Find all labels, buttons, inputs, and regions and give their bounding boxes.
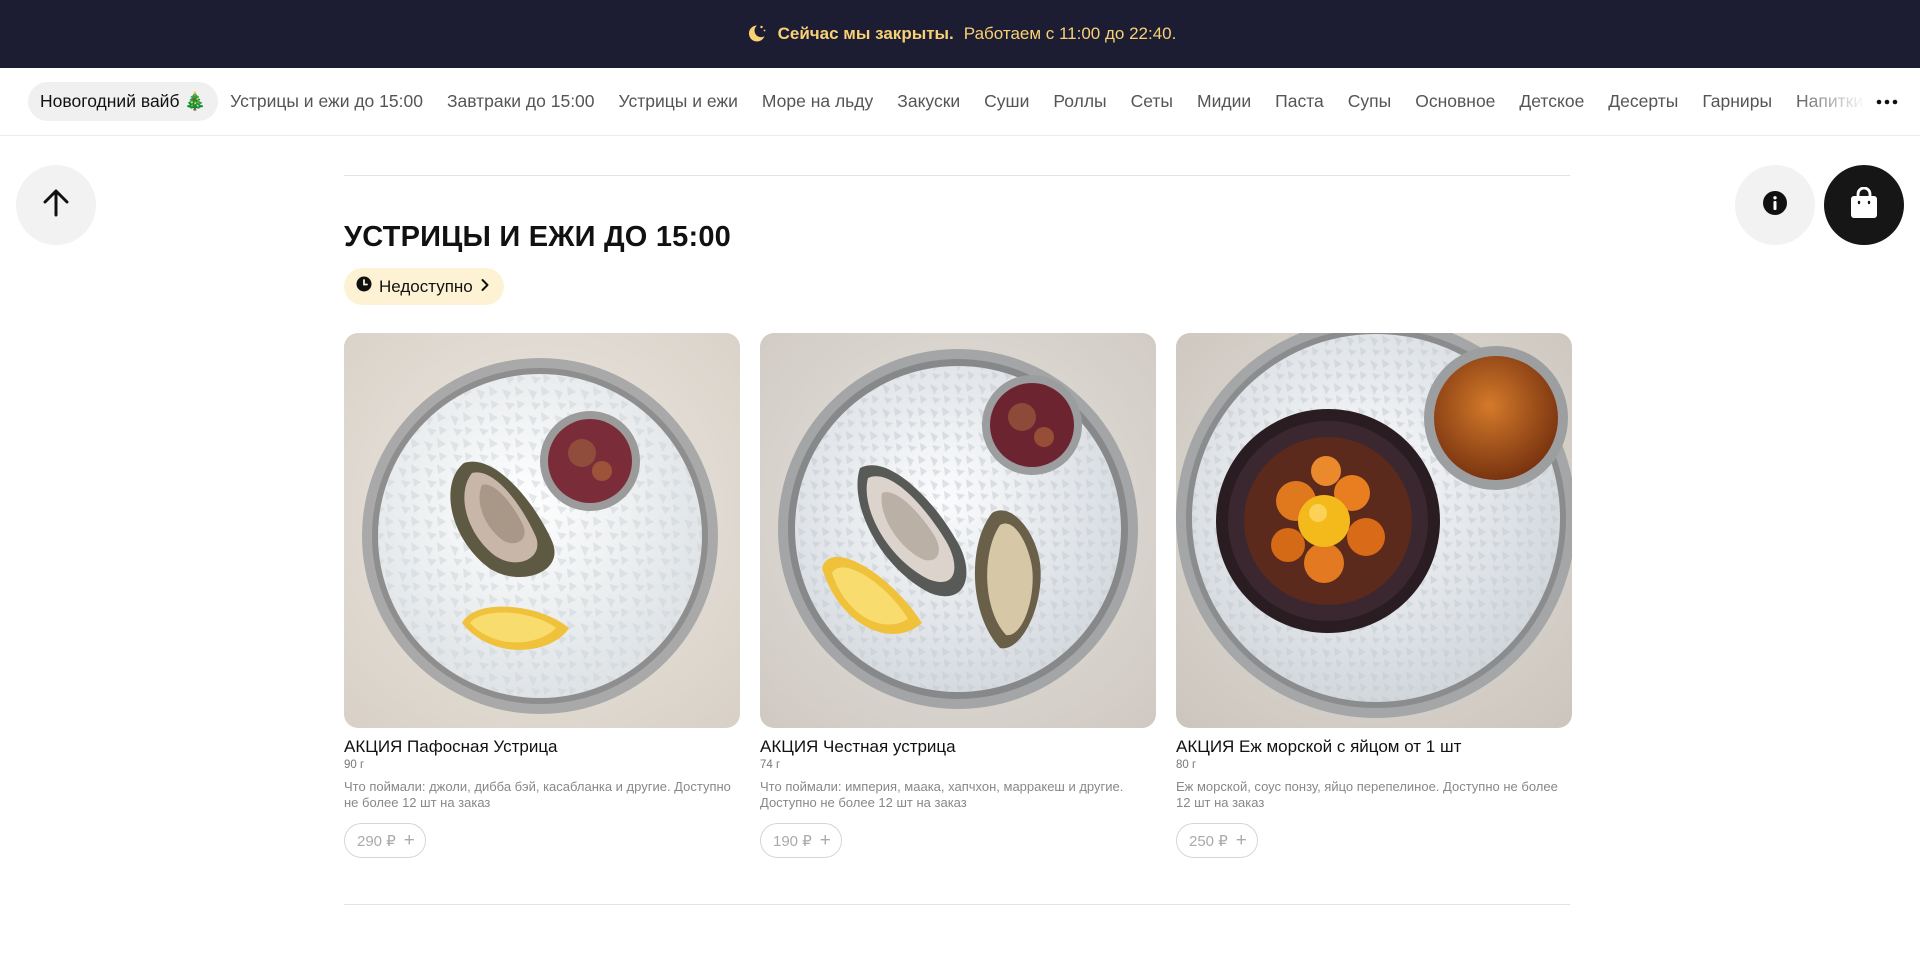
category-ustritsy-do-15[interactable]: Устрицы и ежи до 15:00 bbox=[218, 82, 435, 121]
category-deserty[interactable]: Десерты bbox=[1596, 82, 1690, 121]
product-card: АКЦИЯ Еж морской с яйцом от 1 шт 80 г Еж… bbox=[1176, 333, 1572, 858]
product-photo-oysters[interactable] bbox=[760, 333, 1156, 728]
section-divider-top bbox=[344, 175, 1570, 176]
product-name[interactable]: АКЦИЯ Еж морской с яйцом от 1 шт bbox=[1176, 737, 1572, 757]
product-name[interactable]: АКЦИЯ Пафосная Устрица bbox=[344, 737, 740, 757]
price-label: 190 ₽ bbox=[773, 832, 812, 850]
plus-icon: + bbox=[403, 830, 415, 851]
category-sety[interactable]: Сеты bbox=[1119, 82, 1185, 121]
product-card: АКЦИЯ Пафосная Устрица 90 г Что поймали:… bbox=[344, 333, 740, 858]
category-detskoe[interactable]: Детское bbox=[1507, 82, 1596, 121]
unavailable-status-button[interactable]: Недоступно bbox=[344, 268, 504, 305]
info-icon bbox=[1762, 190, 1788, 221]
category-pasta[interactable]: Паста bbox=[1263, 82, 1336, 121]
product-card: АКЦИЯ Честная устрица 74 г Что поймали: … bbox=[760, 333, 1156, 858]
info-button[interactable] bbox=[1735, 165, 1815, 245]
plus-icon: + bbox=[1235, 830, 1247, 851]
arrow-up-icon bbox=[40, 187, 72, 224]
status-label: Недоступно bbox=[379, 276, 473, 296]
product-description: Еж морской, соус понзу, яйцо перепелиное… bbox=[1176, 779, 1558, 810]
scroll-up-button[interactable] bbox=[16, 165, 96, 245]
banner-hours-text: Работаем с 11:00 до 22:40. bbox=[963, 24, 1177, 43]
category-supy[interactable]: Супы bbox=[1336, 82, 1403, 121]
shopping-bag-icon bbox=[1849, 186, 1879, 224]
price-label: 250 ₽ bbox=[1189, 832, 1228, 850]
moon-icon bbox=[744, 22, 768, 46]
product-photo-sea-urchin[interactable] bbox=[1176, 333, 1572, 728]
product-grid: АКЦИЯ Пафосная Устрица 90 г Что поймали:… bbox=[344, 333, 1572, 858]
product-photo-oyster[interactable] bbox=[344, 333, 740, 728]
cart-button[interactable] bbox=[1824, 165, 1904, 245]
add-to-cart-button[interactable]: 190 ₽ + bbox=[760, 823, 842, 858]
section-divider-bottom bbox=[344, 904, 1570, 905]
category-novogodniy-vaib[interactable]: Новогодний вайб 🎄 bbox=[28, 82, 219, 121]
price-label: 290 ₽ bbox=[357, 832, 396, 850]
category-list: Новогодний вайб 🎄 Устрицы и ежи до 15:00… bbox=[28, 82, 1866, 121]
category-nav: Новогодний вайб 🎄 Устрицы и ежи до 15:00… bbox=[0, 68, 1920, 136]
banner-closed-text: Сейчас мы закрыты. bbox=[777, 24, 954, 43]
category-midii[interactable]: Мидии bbox=[1185, 82, 1263, 121]
category-sushi[interactable]: Суши bbox=[972, 82, 1041, 121]
category-garniry[interactable]: Гарниры bbox=[1690, 82, 1784, 121]
add-to-cart-button[interactable]: 250 ₽ + bbox=[1176, 823, 1258, 858]
category-zavtraki[interactable]: Завтраки до 15:00 bbox=[435, 82, 607, 121]
product-weight: 90 г bbox=[344, 759, 365, 771]
category-ustritsy-i-ezhi[interactable]: Устрицы и ежи bbox=[607, 82, 750, 121]
product-weight: 74 г bbox=[760, 759, 781, 771]
more-categories-icon[interactable] bbox=[1872, 90, 1902, 114]
category-osnovnoe[interactable]: Основное bbox=[1403, 82, 1507, 121]
product-name[interactable]: АКЦИЯ Честная устрица bbox=[760, 737, 1156, 757]
chevron-right-icon bbox=[480, 277, 490, 297]
product-description: Что поймали: джоли, дибба бэй, касабланк… bbox=[344, 779, 731, 810]
product-description: Что поймали: империя, маака, хапчхон, ма… bbox=[760, 779, 1124, 810]
clock-icon bbox=[356, 276, 372, 297]
category-zakuski[interactable]: Закуски bbox=[885, 82, 972, 121]
category-more-na-ldu[interactable]: Море на льду bbox=[750, 82, 885, 121]
closed-banner: Сейчас мы закрыты. Работаем с 11:00 до 2… bbox=[0, 0, 1920, 68]
category-napitki[interactable]: Напитки bbox=[1784, 82, 1866, 121]
add-to-cart-button[interactable]: 290 ₽ + bbox=[344, 823, 426, 858]
plus-icon: + bbox=[819, 830, 831, 851]
section-title: УСТРИЦЫ И ЕЖИ ДО 15:00 bbox=[344, 221, 731, 253]
category-rolly[interactable]: Роллы bbox=[1041, 82, 1118, 121]
product-weight: 80 г bbox=[1176, 759, 1197, 771]
